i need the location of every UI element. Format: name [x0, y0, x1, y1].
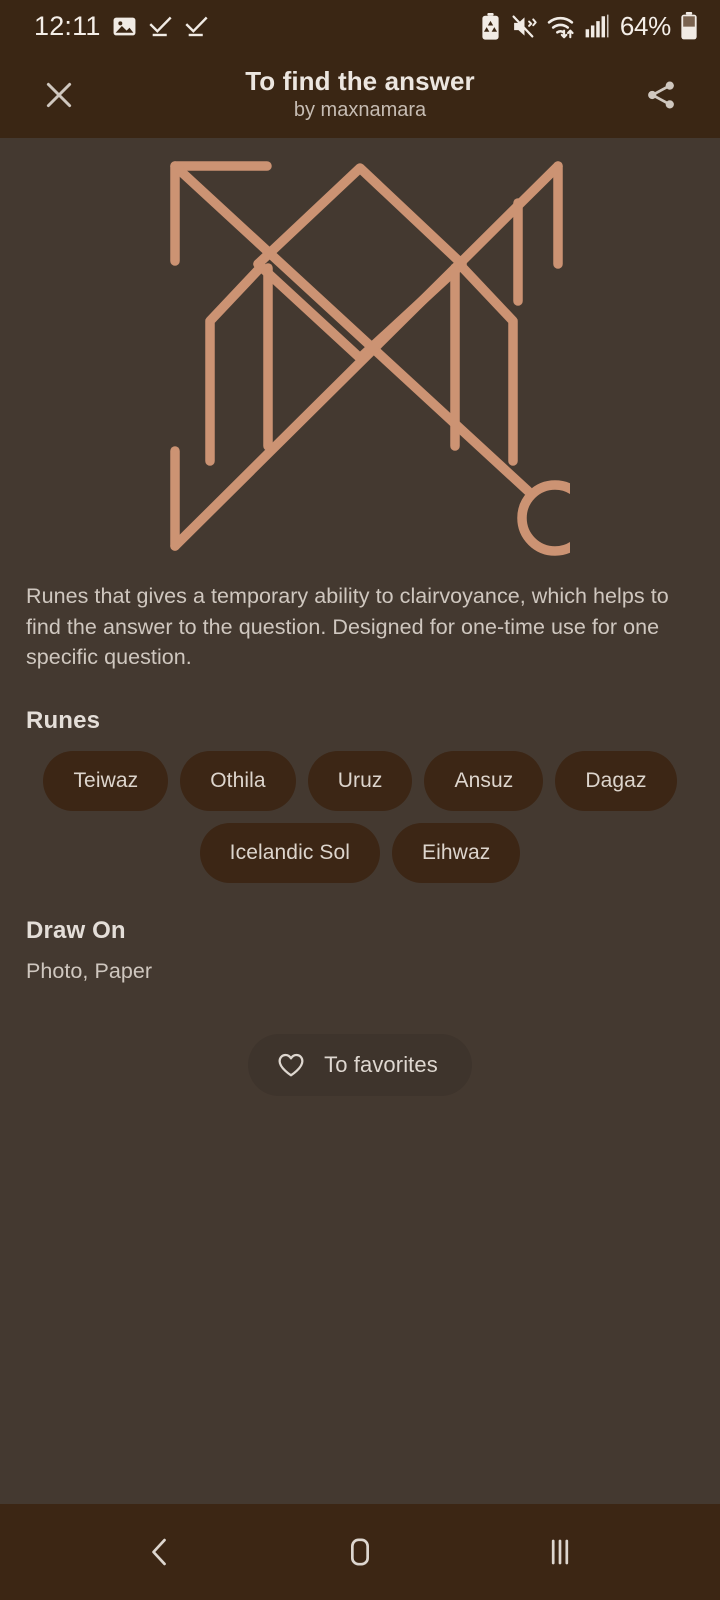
- heart-outline-icon: [278, 1053, 304, 1076]
- status-bar-right: 64%: [479, 11, 698, 42]
- rune-chip[interactable]: Eihwaz: [392, 822, 521, 883]
- back-icon: [152, 1538, 166, 1566]
- share-button[interactable]: [632, 66, 690, 124]
- battery-saver-icon: [482, 12, 499, 40]
- page-author: by maxnamara: [293, 99, 427, 122]
- to-favorites-label: To favorites: [324, 1051, 438, 1077]
- mute-vibrate-icon: [512, 14, 537, 38]
- rune-sigil-diagram: [170, 161, 570, 556]
- photo-icon: [113, 17, 135, 35]
- battery-percent-label: 64%: [619, 10, 671, 41]
- close-button[interactable]: [30, 66, 88, 124]
- rune-chip[interactable]: Ansuz: [424, 750, 544, 811]
- draw-on-value: Photo, Paper: [26, 958, 153, 983]
- rune-chip[interactable]: Uruz: [307, 750, 413, 811]
- wifi-transfer-icon: [547, 16, 574, 38]
- check-underline-icon: [184, 16, 208, 36]
- status-bar-left: 12:11: [34, 10, 209, 41]
- phone-screen: 12:11 64% To find the answer by maxnamar…: [0, 0, 720, 1600]
- rune-chip[interactable]: Icelandic Sol: [199, 822, 381, 883]
- check-underline-icon: [148, 16, 172, 36]
- nav-back-button[interactable]: [114, 1506, 206, 1598]
- runes-section-title: Runes: [26, 706, 101, 734]
- description-text: Runes that gives a temporary ability to …: [26, 584, 669, 670]
- recents-icon: [551, 1539, 569, 1565]
- rune-chip[interactable]: Dagaz: [555, 750, 677, 811]
- content-scroll-area[interactable]: Runes that gives a temporary ability to …: [0, 138, 720, 1504]
- system-nav-bar: [0, 1504, 720, 1600]
- rune-chip[interactable]: Othila: [180, 750, 296, 811]
- rune-chip[interactable]: Teiwaz: [43, 750, 169, 811]
- nav-home-button[interactable]: [314, 1506, 406, 1598]
- favorites-row: To favorites: [0, 1033, 720, 1096]
- draw-on-section-title: Draw On: [26, 916, 126, 944]
- status-bar: 12:11 64%: [0, 0, 720, 52]
- app-bar: To find the answer by maxnamara: [0, 52, 720, 138]
- cellular-signal-icon: [585, 14, 609, 38]
- share-icon: [648, 81, 674, 109]
- close-icon: [46, 82, 72, 108]
- sigil-container: [0, 138, 720, 556]
- status-clock: 12:11: [34, 10, 101, 41]
- runes-chip-list: Teiwaz Othila Uruz Ansuz Dagaz Icelandic…: [20, 750, 700, 883]
- app-bar-titles: To find the answer by maxnamara: [0, 66, 720, 125]
- battery-icon: [681, 12, 697, 40]
- nav-recents-button[interactable]: [514, 1506, 606, 1598]
- page-title: To find the answer: [245, 65, 475, 96]
- home-icon: [351, 1538, 369, 1566]
- to-favorites-button[interactable]: To favorites: [248, 1033, 472, 1096]
